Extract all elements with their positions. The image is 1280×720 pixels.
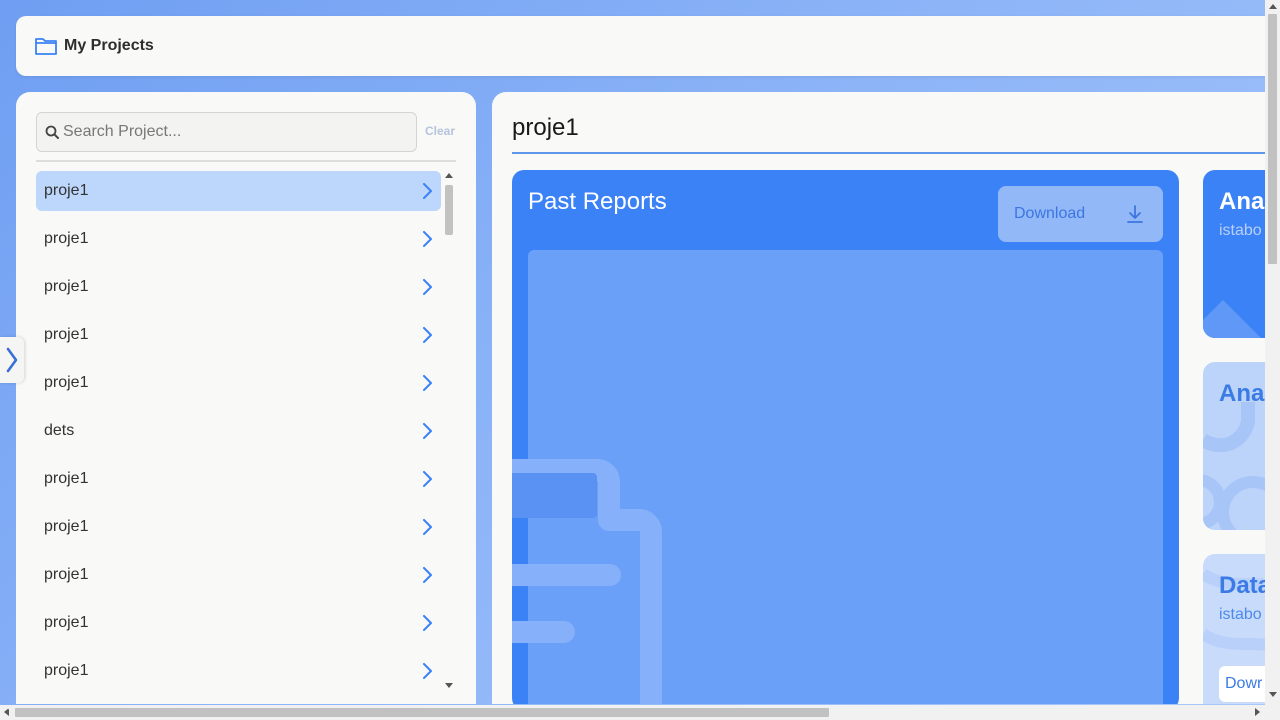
project-list-item[interactable]: proje1 bbox=[36, 315, 441, 355]
project-list-item[interactable]: proje1 bbox=[36, 459, 441, 499]
scroll-right-arrow-icon[interactable] bbox=[1255, 708, 1260, 716]
chevron-right-icon bbox=[423, 279, 432, 295]
chevron-right-icon bbox=[423, 471, 432, 487]
project-list-item[interactable]: proje1 bbox=[36, 555, 441, 595]
card-title: Data bbox=[1219, 572, 1272, 599]
search-icon bbox=[45, 125, 59, 139]
chevron-right-icon bbox=[423, 519, 432, 535]
top-bar: My Projects bbox=[16, 16, 1280, 76]
scroll-up-arrow-icon[interactable] bbox=[445, 173, 453, 178]
project-detail-panel: proje1 Past Reports Download Ana istabo … bbox=[492, 92, 1280, 704]
project-list-item[interactable]: proje1 bbox=[36, 507, 441, 547]
scrollbar-thumb[interactable] bbox=[15, 708, 829, 717]
project-item-label: proje1 bbox=[44, 614, 89, 631]
page-horizontal-scrollbar[interactable] bbox=[0, 705, 1280, 720]
project-item-label: proje1 bbox=[44, 662, 89, 679]
scroll-up-arrow-icon[interactable] bbox=[1269, 4, 1277, 9]
download-label: Download bbox=[1014, 205, 1086, 222]
project-item-label: proje1 bbox=[44, 230, 89, 247]
project-list-item[interactable]: proje1 bbox=[36, 267, 441, 307]
chevron-right-icon bbox=[423, 663, 432, 679]
past-reports-title: Past Reports bbox=[528, 188, 667, 215]
project-item-label: proje1 bbox=[44, 566, 89, 583]
divider bbox=[36, 160, 456, 162]
title-underline bbox=[512, 152, 1272, 154]
chevron-right-icon bbox=[423, 183, 432, 199]
scrollbar-thumb[interactable] bbox=[1268, 14, 1277, 264]
project-item-label: proje1 bbox=[44, 518, 89, 535]
project-list-item[interactable]: proje1 bbox=[36, 171, 441, 211]
clear-button[interactable]: Clear bbox=[425, 124, 455, 138]
past-reports-card: Past Reports Download bbox=[512, 170, 1179, 704]
search-box[interactable] bbox=[36, 112, 417, 152]
project-list-item[interactable]: proje1 bbox=[36, 651, 441, 691]
project-item-label: proje1 bbox=[44, 278, 89, 295]
project-list-item[interactable]: proje1 bbox=[36, 219, 441, 259]
project-list: proje1 proje1 proje1 proje1 proje1 dets proje1… bbox=[36, 171, 441, 704]
app-title: My Projects bbox=[64, 37, 154, 54]
card-subtitle: istabo bbox=[1219, 606, 1262, 623]
chevron-right-icon bbox=[423, 375, 432, 391]
project-list-item[interactable]: dets bbox=[36, 411, 441, 451]
scroll-left-arrow-icon[interactable] bbox=[4, 708, 9, 716]
chevron-right-icon bbox=[423, 615, 432, 631]
download-button[interactable]: Download bbox=[998, 186, 1163, 242]
project-title: proje1 bbox=[512, 114, 579, 141]
chevron-right-icon bbox=[423, 327, 432, 343]
folder-icon bbox=[35, 38, 57, 55]
scroll-down-arrow-icon[interactable] bbox=[445, 683, 453, 688]
project-item-label: proje1 bbox=[44, 182, 89, 199]
document-illustration-icon bbox=[512, 459, 662, 704]
project-list-item[interactable]: proje1 bbox=[36, 363, 441, 403]
project-item-label: proje1 bbox=[44, 470, 89, 487]
chevron-right-icon bbox=[423, 423, 432, 439]
search-input[interactable] bbox=[63, 123, 393, 141]
project-item-label: proje1 bbox=[44, 326, 89, 343]
download-icon bbox=[1127, 205, 1143, 223]
chevron-right-icon bbox=[423, 567, 432, 583]
page-vertical-scrollbar[interactable] bbox=[1265, 0, 1280, 705]
card-subtitle: istabo bbox=[1219, 222, 1262, 239]
project-item-label: dets bbox=[44, 422, 75, 439]
list-scrollbar[interactable] bbox=[442, 171, 456, 691]
chevron-right-icon bbox=[6, 347, 18, 373]
card-title: Ana bbox=[1219, 188, 1265, 215]
sidebar-toggle-button[interactable] bbox=[0, 337, 24, 383]
chevron-right-icon bbox=[423, 231, 432, 247]
project-list-item[interactable]: proje1 bbox=[36, 603, 441, 643]
scrollbar-thumb[interactable] bbox=[445, 185, 453, 235]
project-list-panel: Clear proje1 proje1 proje1 proje1 proje1 dets… bbox=[16, 92, 476, 704]
project-item-label: proje1 bbox=[44, 374, 89, 391]
scroll-down-arrow-icon[interactable] bbox=[1269, 692, 1277, 697]
